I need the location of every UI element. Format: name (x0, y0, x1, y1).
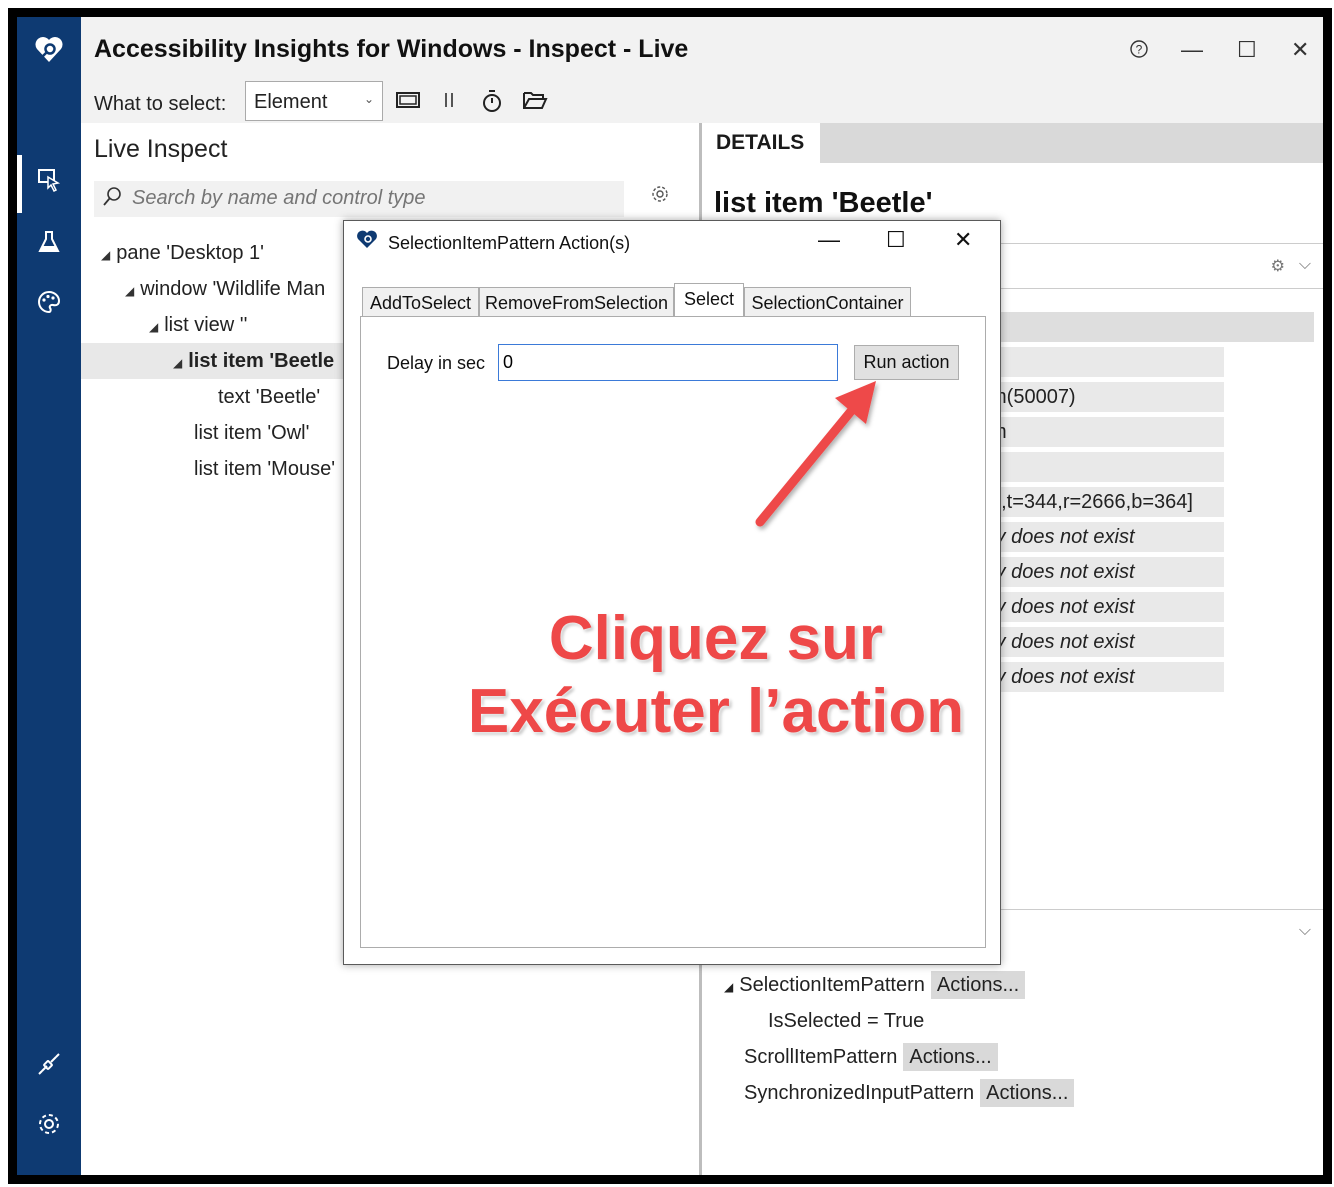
annotation-text-line2: Exécuter l’action (467, 677, 965, 746)
annotation-arrow (755, 381, 876, 527)
annotation-text-line1: Cliquez sur (548, 604, 884, 673)
